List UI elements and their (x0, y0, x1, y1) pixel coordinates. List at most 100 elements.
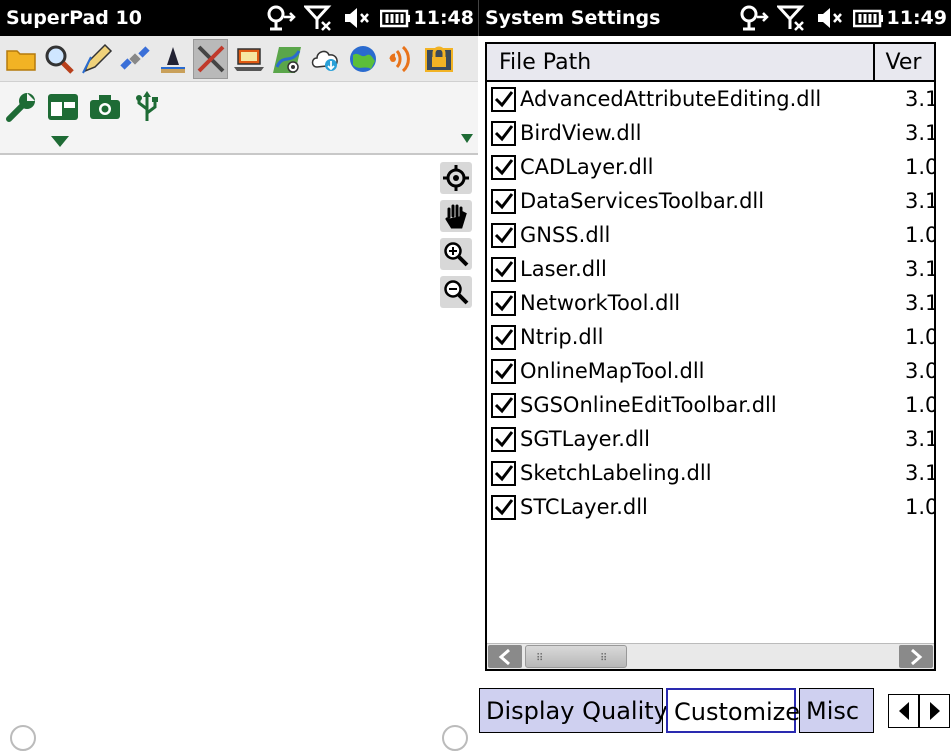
table-row[interactable]: NetworkTool.dll 3.1 (487, 286, 934, 320)
row-checkbox[interactable] (491, 154, 516, 180)
row-file-name: OnlineMapTool.dll (520, 359, 705, 383)
map-tools (440, 162, 472, 308)
status-clock[interactable]: 11:48 (414, 7, 478, 29)
no-signal-icon[interactable] (775, 5, 807, 31)
cloud-sync-icon[interactable] (307, 39, 342, 79)
volume-muted-icon[interactable] (815, 5, 845, 31)
map-view-icon[interactable] (269, 39, 304, 79)
tools-icon[interactable] (193, 38, 228, 79)
row-checkbox[interactable] (491, 358, 516, 384)
scroll-thumb[interactable]: ⠿ ⠿ (525, 645, 627, 668)
row-version: 3.1 (905, 257, 936, 281)
row-checkbox[interactable] (491, 222, 516, 248)
info-icon[interactable] (442, 725, 468, 751)
tab-next-icon[interactable] (919, 694, 950, 728)
no-signal-icon[interactable] (302, 5, 334, 31)
settings-title: System Settings (485, 7, 661, 29)
table-row[interactable]: Ntrip.dll 1.0 (487, 320, 934, 354)
connectivity-icon[interactable] (739, 5, 769, 31)
column-header-file-path[interactable]: File Path (487, 44, 876, 80)
table-row[interactable]: Laser.dll 3.1 (487, 252, 934, 286)
row-version: 3.1 (905, 121, 936, 145)
plugin-rows: AdvancedAttributeEditing.dll 3.1 BirdView.… (487, 82, 934, 524)
battery-icon[interactable] (852, 5, 883, 31)
tab-misc[interactable]: Misc (799, 688, 874, 733)
pan-hand-icon[interactable] (440, 200, 472, 232)
magnify-icon[interactable] (41, 39, 76, 79)
table-row[interactable]: GNSS.dll 1.0 (487, 218, 934, 252)
map-app-panel (0, 36, 478, 751)
list-header: File Path Ver (487, 44, 934, 82)
settings-tabs: Display Quality Customize Misc (479, 688, 951, 733)
column-header-version[interactable]: Ver (875, 44, 934, 80)
scroll-right-icon[interactable] (899, 645, 933, 668)
more-tools-arrow-icon[interactable] (461, 134, 473, 143)
folder-icon[interactable] (3, 39, 38, 79)
row-checkbox[interactable] (491, 188, 516, 214)
row-checkbox[interactable] (491, 86, 516, 112)
zoom-in-icon[interactable] (440, 238, 472, 270)
table-row[interactable]: CADLayer.dll 1.0 (487, 150, 934, 184)
table-row[interactable]: OnlineMapTool.dll 3.0 (487, 354, 934, 388)
expand-arrow-icon[interactable] (51, 136, 69, 147)
row-file-name: SGSOnlineEditToolbar.dll (520, 393, 777, 417)
zoom-out-icon[interactable] (440, 276, 472, 308)
row-version: 1.0 (905, 223, 936, 247)
volume-muted-icon[interactable] (342, 5, 372, 31)
battery-icon[interactable] (379, 5, 410, 31)
usb-icon[interactable] (130, 90, 164, 124)
locate-icon[interactable] (440, 162, 472, 194)
row-file-name: STCLayer.dll (520, 495, 648, 519)
row-checkbox[interactable] (491, 392, 516, 418)
laptop-icon[interactable] (231, 39, 266, 79)
row-version: 3.1 (905, 87, 936, 111)
row-file-name: Ntrip.dll (520, 325, 604, 349)
table-row[interactable]: SketchLabeling.dll 3.1 (487, 456, 934, 490)
row-checkbox[interactable] (491, 324, 516, 350)
row-file-name: CADLayer.dll (520, 155, 654, 179)
row-version: 3.1 (905, 291, 936, 315)
camera-icon[interactable] (88, 90, 122, 124)
row-checkbox[interactable] (491, 494, 516, 520)
row-checkbox[interactable] (491, 460, 516, 486)
status-clock[interactable]: 11:49 (887, 7, 951, 29)
connectivity-icon[interactable] (266, 5, 296, 31)
plugin-list: File Path Ver AdvancedAttributeEditing.d… (485, 42, 936, 671)
table-row[interactable]: BirdView.dll 3.1 (487, 116, 934, 150)
row-version: 3.1 (905, 189, 936, 213)
row-file-name: SGTLayer.dll (520, 427, 650, 451)
tab-prev-icon[interactable] (888, 694, 919, 728)
compass-icon[interactable] (10, 725, 36, 751)
row-file-name: AdvancedAttributeEditing.dll (520, 87, 822, 111)
broadcast-icon[interactable] (383, 39, 418, 79)
table-row[interactable]: AdvancedAttributeEditing.dll 3.1 (487, 82, 934, 116)
row-checkbox[interactable] (491, 120, 516, 146)
survey-icon[interactable] (155, 39, 190, 79)
system-settings-panel: File Path Ver AdvancedAttributeEditing.d… (479, 36, 951, 733)
row-file-name: NetworkTool.dll (520, 291, 681, 315)
sub-toolbar (0, 82, 478, 155)
row-checkbox[interactable] (491, 290, 516, 316)
row-version: 3.1 (905, 461, 936, 485)
tab-display-quality[interactable]: Display Quality (479, 688, 668, 733)
row-file-name: BirdView.dll (520, 121, 642, 145)
window-icon[interactable] (46, 90, 80, 124)
row-file-name: SketchLabeling.dll (520, 461, 712, 485)
main-toolbar (0, 36, 478, 82)
table-row[interactable]: STCLayer.dll 1.0 (487, 490, 934, 524)
wrench-icon[interactable] (4, 90, 38, 124)
lock-screen-icon[interactable] (421, 39, 456, 79)
pen-edit-icon[interactable] (79, 39, 114, 79)
scroll-left-icon[interactable] (488, 645, 522, 668)
row-file-name: DataServicesToolbar.dll (520, 189, 765, 213)
tab-scroll-arrows (888, 694, 951, 728)
row-checkbox[interactable] (491, 256, 516, 282)
tab-customize[interactable]: Customize (666, 688, 800, 733)
satellite-icon[interactable] (117, 39, 152, 79)
horizontal-scrollbar[interactable]: ⠿ ⠿ (487, 643, 934, 669)
table-row[interactable]: SGTLayer.dll 3.1 (487, 422, 934, 456)
table-row[interactable]: SGSOnlineEditToolbar.dll 1.0 (487, 388, 934, 422)
globe-icon[interactable] (345, 39, 380, 79)
table-row[interactable]: DataServicesToolbar.dll 3.1 (487, 184, 934, 218)
row-checkbox[interactable] (491, 426, 516, 452)
